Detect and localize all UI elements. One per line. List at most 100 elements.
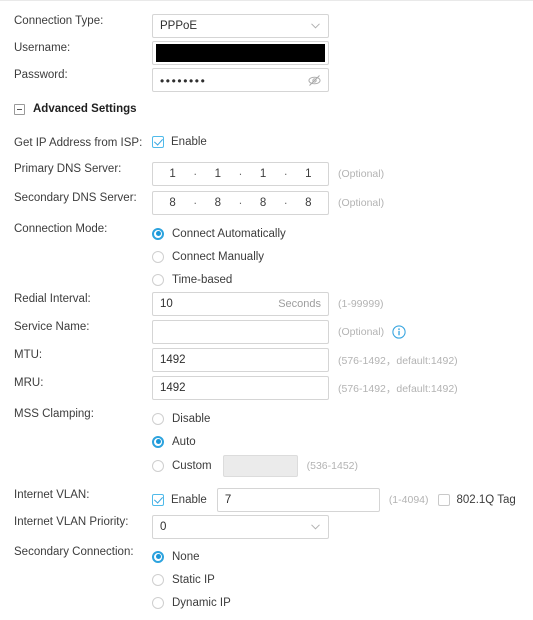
- connection-mode-label: Connection Mode:: [14, 223, 108, 235]
- radio-secondary-static-ip[interactable]: Static IP: [152, 568, 231, 591]
- redial-interval-unit: Seconds: [278, 298, 321, 310]
- mru-input[interactable]: 1492: [152, 376, 329, 400]
- row-connection-type: Connection Type: PPPoE: [0, 14, 533, 38]
- password-value: ••••••••: [160, 73, 207, 88]
- primary-dns-input[interactable]: 1 . 1 . 1 . 1: [152, 162, 329, 186]
- radio-icon: [152, 273, 164, 286]
- mtu-value: 1492: [160, 354, 186, 366]
- radio-icon: [152, 550, 164, 563]
- radio-mss-disable[interactable]: Disable: [152, 407, 358, 430]
- primary-dns-octet-2[interactable]: 1: [198, 168, 237, 180]
- secondary-dns-label: Secondary DNS Server:: [14, 192, 137, 204]
- secondary-dns-octet-3[interactable]: 8: [244, 197, 283, 209]
- mtu-input[interactable]: 1492: [152, 348, 329, 372]
- username-input[interactable]: [152, 41, 329, 65]
- password-input[interactable]: ••••••••: [152, 68, 329, 92]
- radio-mss-auto[interactable]: Auto: [152, 430, 358, 453]
- secondary-dns-octet-2[interactable]: 8: [198, 197, 237, 209]
- internet-vlan-label: Internet VLAN:: [14, 489, 90, 501]
- radio-icon: [152, 227, 164, 240]
- get-ip-from-isp-label: Get IP Address from ISP:: [14, 137, 143, 149]
- redial-interval-input[interactable]: 10 Seconds: [152, 292, 329, 316]
- service-name-input[interactable]: [152, 320, 329, 344]
- internet-vlan-priority-select[interactable]: 0: [152, 515, 329, 539]
- row-internet-vlan-priority: Internet VLAN Priority: 0: [0, 515, 533, 539]
- secondary-dns-hint: (Optional): [338, 197, 385, 209]
- primary-dns-octet-4[interactable]: 1: [289, 168, 328, 180]
- mtu-label: MTU:: [14, 349, 43, 361]
- radio-connect-manually[interactable]: Connect Manually: [152, 245, 286, 268]
- mss-clamping-label: MSS Clamping:: [14, 408, 94, 420]
- radio-icon: [152, 596, 164, 609]
- row-username: Username:: [0, 41, 533, 65]
- chevron-down-icon: [311, 524, 320, 530]
- radio-label: Time-based: [172, 273, 233, 286]
- primary-dns-octet-1[interactable]: 1: [153, 168, 192, 180]
- row-mss-clamping: MSS Clamping: Disable Auto Custom (536-1…: [0, 407, 533, 479]
- connection-type-select[interactable]: PPPoE: [152, 14, 329, 38]
- row-mtu: MTU: 1492 (576-1492，default:1492): [0, 348, 533, 372]
- internet-vlan-priority-label: Internet VLAN Priority:: [14, 516, 129, 528]
- secondary-connection-label: Secondary Connection:: [14, 546, 134, 558]
- radio-label: Connect Automatically: [172, 227, 286, 240]
- internet-vlan-hint: (1-4094): [388, 494, 429, 506]
- primary-dns-label: Primary DNS Server:: [14, 163, 122, 175]
- get-ip-from-isp-checkbox-label: Enable: [171, 136, 207, 148]
- username-redaction-bar: [156, 44, 325, 62]
- mss-clamping-radio-group: Disable Auto Custom (536-1452): [152, 407, 358, 479]
- mtu-hint: (576-1492，default:1492): [338, 354, 458, 367]
- row-connection-mode: Connection Mode: Connect Automatically C…: [0, 222, 533, 291]
- internet-vlan-8021q-tag-label: 802.1Q Tag: [456, 494, 516, 506]
- radio-mss-custom[interactable]: Custom (536-1452): [152, 453, 358, 479]
- radio-secondary-none[interactable]: None: [152, 545, 231, 568]
- username-label: Username:: [14, 42, 71, 54]
- radio-icon: [152, 250, 164, 263]
- eye-off-icon[interactable]: [308, 74, 321, 87]
- internet-vlan-enable-label: Enable: [171, 494, 207, 506]
- row-get-ip-from-isp: Get IP Address from ISP: Enable: [0, 136, 533, 151]
- radio-connect-automatically[interactable]: Connect Automatically: [152, 222, 286, 245]
- password-label: Password:: [14, 69, 68, 81]
- minus-square-icon: [14, 103, 25, 115]
- radio-label: Dynamic IP: [172, 596, 231, 609]
- internet-vlan-id-value: 7: [224, 494, 232, 506]
- secondary-dns-octet-4[interactable]: 8: [289, 197, 328, 209]
- row-service-name: Service Name: (Optional): [0, 320, 533, 344]
- info-circle-icon[interactable]: [392, 325, 406, 339]
- secondary-dns-input[interactable]: 8 . 8 . 8 . 8: [152, 191, 329, 215]
- advanced-settings-toggle[interactable]: Advanced Settings: [14, 103, 137, 115]
- checkbox-icon: [152, 494, 164, 506]
- redial-interval-label: Redial Interval:: [14, 293, 91, 305]
- radio-label: Static IP: [172, 573, 215, 586]
- row-password: Password: ••••••••: [0, 68, 533, 92]
- radio-time-based[interactable]: Time-based: [152, 268, 286, 291]
- radio-icon: [152, 573, 164, 586]
- mss-custom-hint: (536-1452): [306, 460, 358, 472]
- checkbox-icon: [437, 494, 450, 506]
- get-ip-from-isp-checkbox[interactable]: Enable: [152, 136, 207, 148]
- service-name-hint: (Optional): [338, 326, 385, 338]
- connection-type-value: PPPoE: [160, 20, 198, 32]
- row-redial-interval: Redial Interval: 10 Seconds (1-99999): [0, 292, 533, 316]
- chevron-down-icon: [311, 23, 320, 29]
- mss-custom-input[interactable]: [222, 455, 298, 477]
- secondary-dns-octet-1[interactable]: 8: [153, 197, 192, 209]
- radio-label: Auto: [172, 435, 196, 448]
- advanced-settings-label: Advanced Settings: [33, 103, 137, 115]
- connection-mode-radio-group: Connect Automatically Connect Manually T…: [152, 222, 286, 291]
- internet-vlan-id-input[interactable]: 7: [216, 488, 380, 512]
- radio-icon: [152, 412, 164, 425]
- radio-secondary-dynamic-ip[interactable]: Dynamic IP: [152, 591, 231, 614]
- connection-type-label: Connection Type:: [14, 15, 104, 27]
- radio-icon: [152, 460, 164, 472]
- internet-vlan-8021q-tag-checkbox[interactable]: 802.1Q Tag: [437, 494, 516, 506]
- row-primary-dns: Primary DNS Server: 1 . 1 . 1 . 1 (Optio…: [0, 162, 533, 186]
- radio-label: None: [172, 550, 200, 563]
- internet-vlan-enable-checkbox[interactable]: Enable: [152, 494, 207, 506]
- service-name-label: Service Name:: [14, 321, 90, 333]
- primary-dns-octet-3[interactable]: 1: [244, 168, 283, 180]
- mru-value: 1492: [160, 382, 186, 394]
- radio-label: Disable: [172, 412, 211, 425]
- pppoe-settings-panel: Connection Type: PPPoE Username: Passwor…: [0, 0, 533, 620]
- row-secondary-connection: Secondary Connection: None Static IP Dyn…: [0, 545, 533, 614]
